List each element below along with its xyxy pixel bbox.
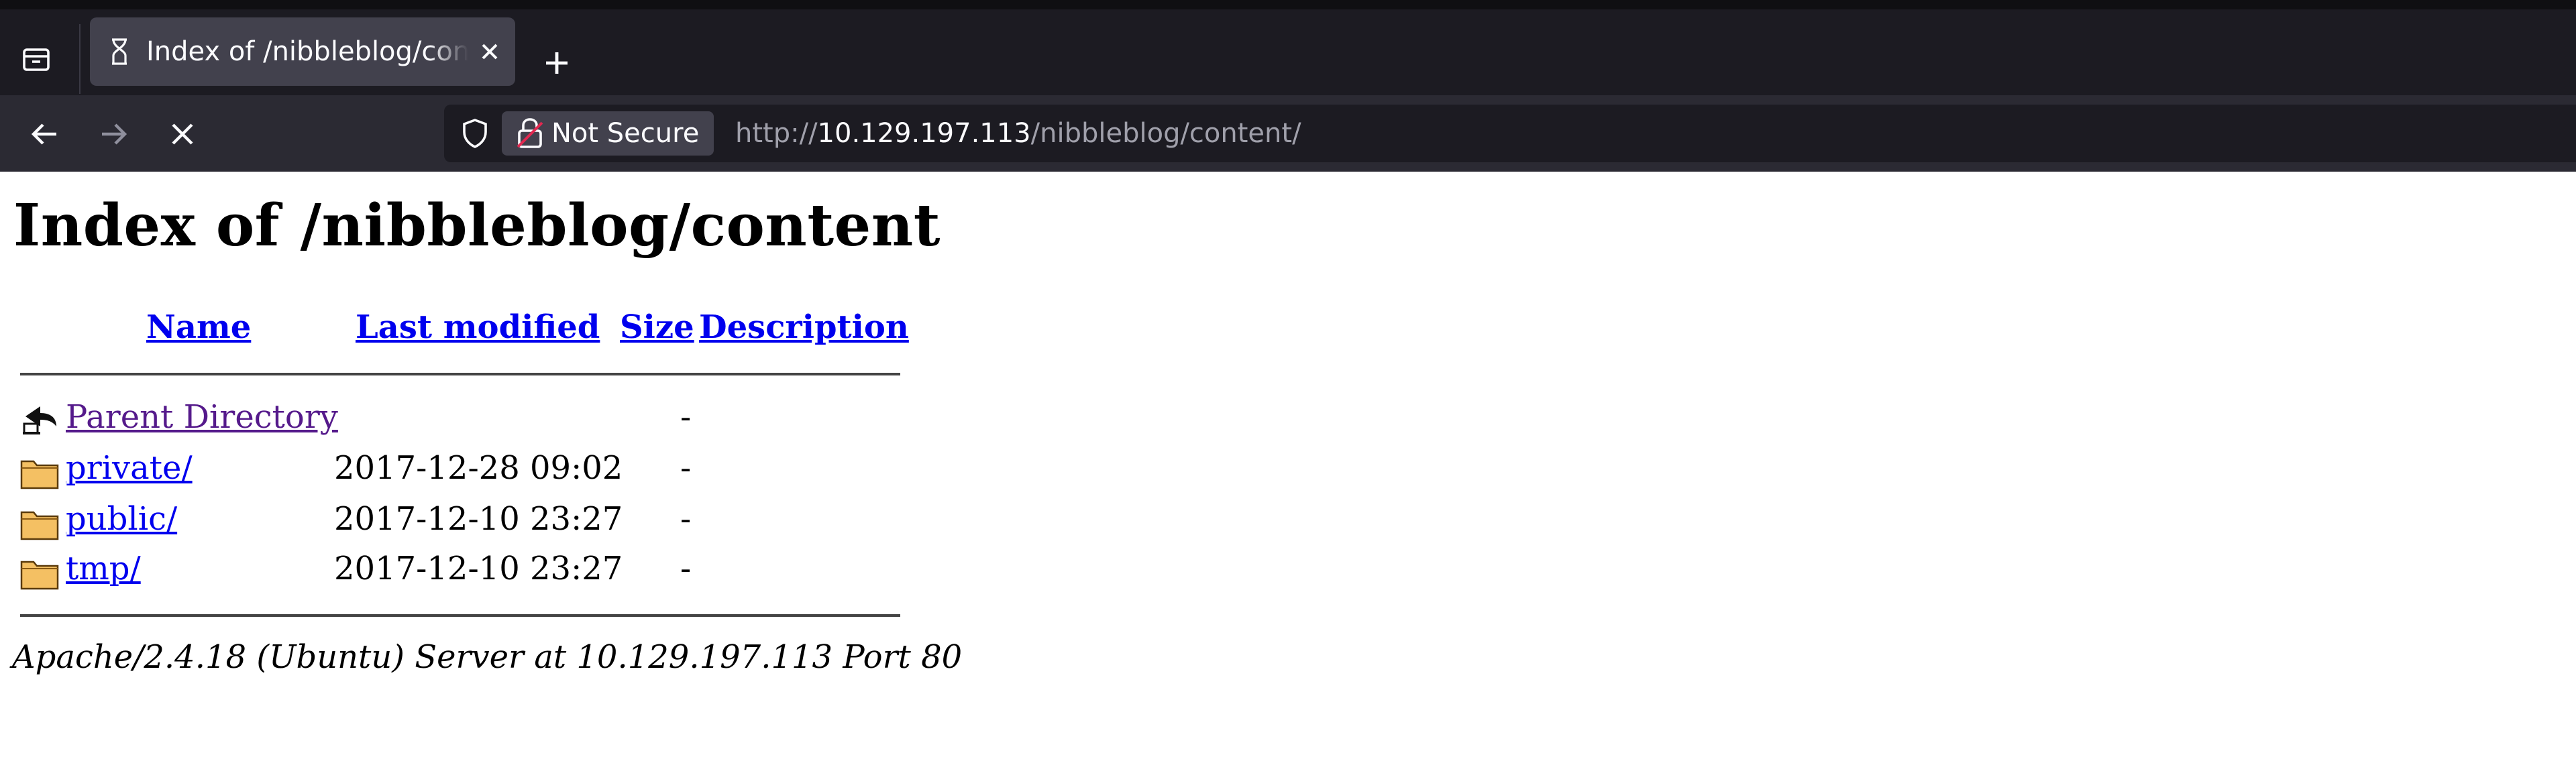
public-folder-link[interactable]: public/ [66, 500, 177, 538]
new-tab-button[interactable] [537, 43, 577, 83]
browser-chrome: Index of /nibbleblog/content/ [0, 0, 2576, 172]
row-size: - [680, 500, 692, 538]
row-modified: 2017-12-10 23:27 [334, 500, 623, 538]
folder-icon [20, 511, 59, 540]
not-secure-indicator[interactable]: Not Secure [502, 111, 714, 156]
plus-icon [546, 52, 568, 74]
page-content: Index of /nibbleblog/content Name Last m… [0, 172, 2576, 759]
tab-bar: Index of /nibbleblog/content/ [0, 9, 2576, 95]
server-signature: Apache/2.4.18 (Ubuntu) Server at 10.129.… [12, 638, 963, 676]
row-size: - [680, 398, 692, 436]
row-size: - [680, 550, 692, 587]
not-secure-label: Not Secure [551, 118, 700, 149]
sort-by-last-modified-link[interactable]: Last modified [356, 308, 600, 346]
hourglass-icon [106, 36, 133, 68]
page-title: Index of /nibbleblog/content [13, 192, 941, 259]
window-top-strip [0, 0, 2576, 9]
url-path: /nibbleblog/content/ [1030, 118, 1301, 149]
back-arrow-icon [23, 406, 56, 434]
navigation-bar: Not Secure http://10.129.197.113/nibbleb… [0, 95, 2576, 172]
forward-arrow-icon [102, 123, 127, 145]
shield-icon[interactable] [459, 117, 491, 150]
header-divider [20, 373, 900, 375]
back-arrow-icon [31, 123, 56, 145]
tab-list-icon [23, 48, 50, 71]
broken-lock-icon [517, 118, 543, 148]
private-folder-link[interactable]: private/ [66, 449, 193, 487]
url-bar[interactable]: Not Secure http://10.129.197.113/nibbleb… [444, 105, 2576, 162]
forward-button[interactable] [93, 113, 136, 156]
list-all-tabs-button[interactable] [16, 39, 56, 79]
tab-title: Index of /nibbleblog/content/ [146, 36, 468, 67]
url-scheme: http:// [735, 118, 818, 149]
folder-icon [20, 561, 59, 590]
footer-divider [20, 614, 900, 617]
stop-x-icon [172, 123, 193, 145]
url-text[interactable]: http://10.129.197.113/nibbleblog/content… [735, 105, 1301, 162]
tab-separator [79, 24, 80, 94]
back-button[interactable] [23, 113, 66, 156]
row-modified: 2017-12-10 23:27 [334, 550, 623, 587]
stop-button[interactable] [161, 113, 204, 156]
tab-active[interactable]: Index of /nibbleblog/content/ [90, 17, 515, 86]
tmp-folder-link[interactable]: tmp/ [66, 550, 141, 587]
sort-by-name-link[interactable]: Name [146, 308, 251, 346]
close-tab-icon[interactable] [476, 38, 503, 65]
parent-directory-link[interactable]: Parent Directory [66, 398, 338, 436]
row-size: - [680, 449, 692, 487]
row-modified: 2017-12-28 09:02 [334, 449, 623, 487]
sort-by-description-link[interactable]: Description [699, 308, 909, 346]
folder-icon [20, 460, 59, 489]
url-host: 10.129.197.113 [817, 118, 1031, 149]
sort-by-size-link[interactable]: Size [620, 308, 694, 346]
